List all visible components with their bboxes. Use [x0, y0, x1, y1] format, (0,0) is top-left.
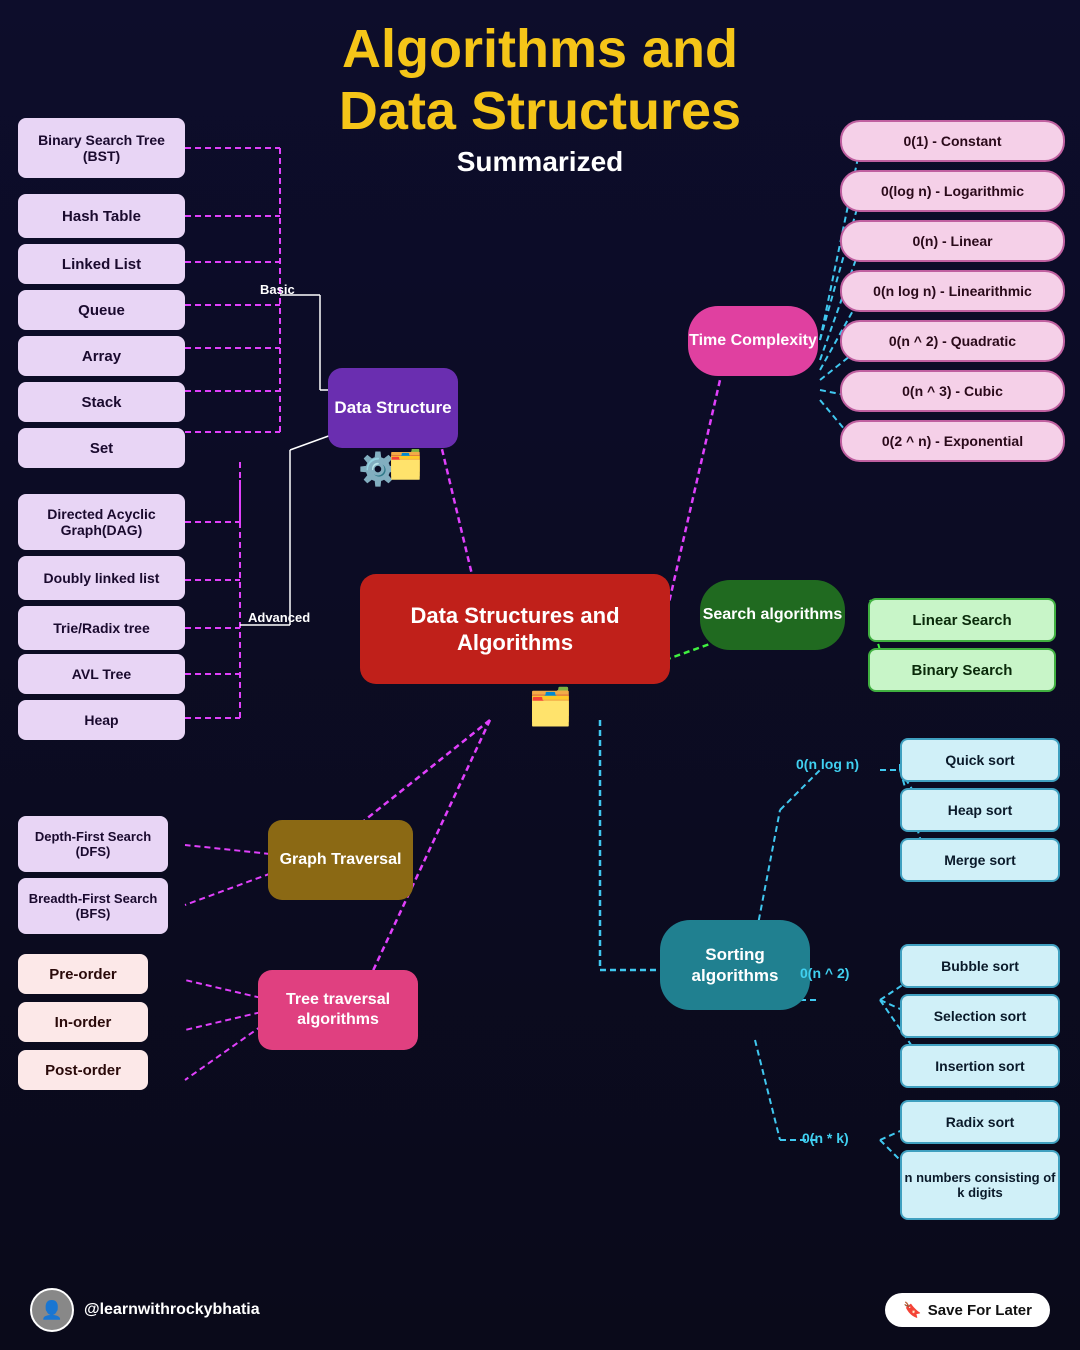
- search-algorithms-node: Search algorithms: [700, 580, 845, 650]
- tree-inorder-box: In-order: [18, 1002, 148, 1042]
- tc-constant: 0(1) - Constant: [840, 120, 1065, 162]
- onlogn-label: 0(n log n): [796, 756, 859, 772]
- footer-left: 👤 @learnwithrockybhatia: [30, 1288, 260, 1332]
- tree-traversal-node: Tree traversal algorithms: [258, 970, 418, 1050]
- tc-linearithmic: 0(n log n) - Linearithmic: [840, 270, 1065, 312]
- basic-ds-queue: Queue: [18, 290, 185, 330]
- advanced-label: Advanced: [248, 610, 310, 625]
- graph-dfs-box: Depth-First Search (DFS): [18, 816, 168, 872]
- onk-label: 0(n * k): [802, 1130, 849, 1146]
- adv-ds-doubly: Doubly linked list: [18, 556, 185, 600]
- footer-handle: @learnwithrockybhatia: [84, 1301, 260, 1319]
- tc-exponential: 0(2 ^ n) - Exponential: [840, 420, 1065, 462]
- heap-sort-box: Heap sort: [900, 788, 1060, 832]
- basic-ds-linkedlist: Linked List: [18, 244, 185, 284]
- adv-ds-dag: Directed Acyclic Graph(DAG): [18, 494, 185, 550]
- basic-ds-hashtable: Hash Table: [18, 194, 185, 238]
- computer-icon: 🗂️: [528, 686, 573, 728]
- adv-ds-heap: Heap: [18, 700, 185, 740]
- adv-ds-trie: Trie/Radix tree: [18, 606, 185, 650]
- tc-linear: 0(n) - Linear: [840, 220, 1065, 262]
- radix-sort-box: Radix sort: [900, 1100, 1060, 1144]
- sorting-algorithms-node: Sorting algorithms: [660, 920, 810, 1010]
- bookmark-icon: 🔖: [903, 1301, 922, 1319]
- binary-search-box: Binary Search: [868, 648, 1056, 692]
- insertion-sort-box: Insertion sort: [900, 1044, 1060, 1088]
- adv-ds-avl: AVL Tree: [18, 654, 185, 694]
- merge-sort-box: Merge sort: [900, 838, 1060, 882]
- bubble-sort-box: Bubble sort: [900, 944, 1060, 988]
- quick-sort-box: Quick sort: [900, 738, 1060, 782]
- title-line1: Algorithms and: [0, 18, 1080, 80]
- basic-ds-stack: Stack: [18, 382, 185, 422]
- basic-ds-array: Array: [18, 336, 185, 376]
- data-structure-node: Data Structure: [328, 368, 458, 448]
- tree-preorder-box: Pre-order: [18, 954, 148, 994]
- graph-traversal-node: Graph Traversal: [268, 820, 413, 900]
- basic-ds-set: Set: [18, 428, 185, 468]
- graph-bfs-box: Breadth-First Search (BFS): [18, 878, 168, 934]
- tc-cubic: 0(n ^ 3) - Cubic: [840, 370, 1065, 412]
- tc-quadratic: 0(n ^ 2) - Quadratic: [840, 320, 1065, 362]
- on2-label: 0(n ^ 2): [800, 965, 849, 981]
- central-node: Data Structures and Algorithms: [360, 574, 670, 684]
- folder-icon: 🗂️: [388, 448, 423, 481]
- basic-label: Basic: [260, 282, 295, 297]
- time-complexity-node: Time Complexity: [688, 306, 818, 376]
- tree-postorder-box: Post-order: [18, 1050, 148, 1090]
- linear-search-box: Linear Search: [868, 598, 1056, 642]
- selection-sort-box: Selection sort: [900, 994, 1060, 1038]
- save-for-later-button[interactable]: 🔖 Save For Later: [885, 1293, 1050, 1327]
- avatar: 👤: [30, 1288, 74, 1332]
- basic-ds-bst: Binary Search Tree (BST): [18, 118, 185, 178]
- footer: 👤 @learnwithrockybhatia 🔖 Save For Later: [0, 1288, 1080, 1332]
- tc-logarithmic: 0(log n) - Logarithmic: [840, 170, 1065, 212]
- n-numbers-box: n numbers consisting of k digits: [900, 1150, 1060, 1220]
